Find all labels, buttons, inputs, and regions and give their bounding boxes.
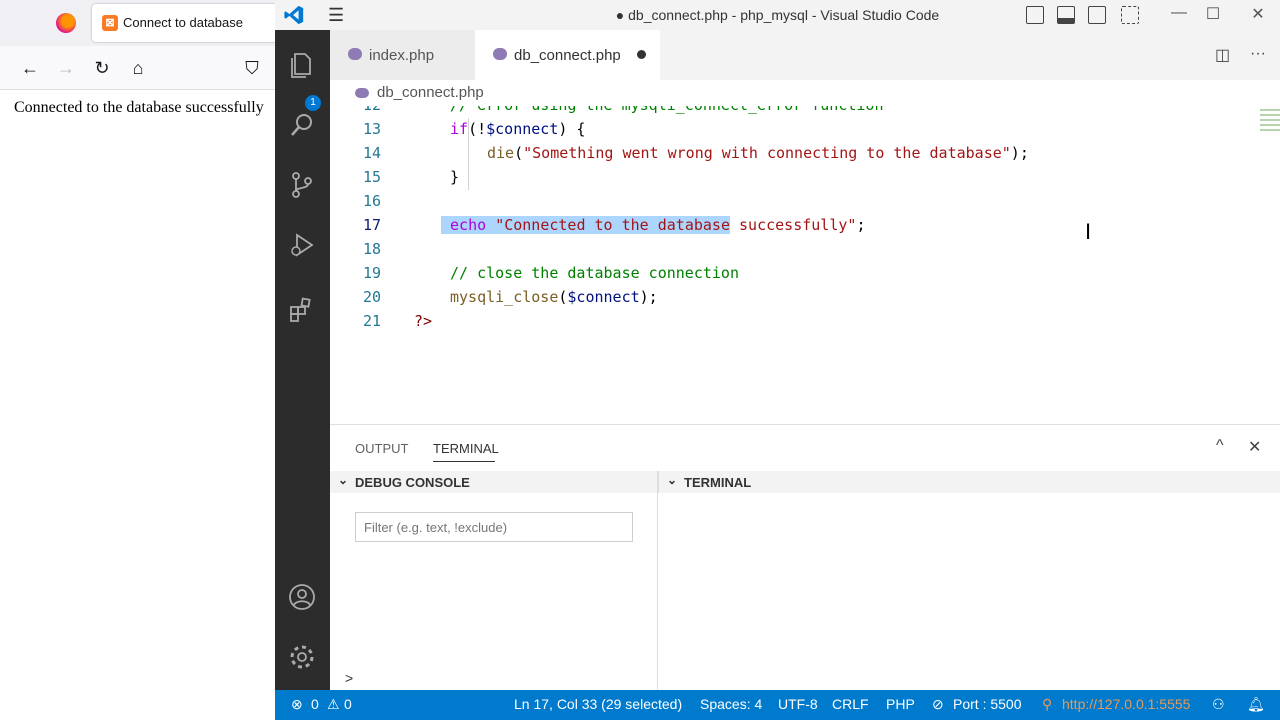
tab-label: db_connect.php bbox=[514, 47, 621, 64]
xampp-favicon-icon: ⊠ bbox=[102, 15, 118, 31]
live-server-port[interactable]: Port : 5500 bbox=[953, 696, 1022, 712]
tab-output[interactable]: OUTPUT bbox=[355, 441, 408, 456]
close-window-icon[interactable]: ✕ bbox=[1248, 4, 1268, 24]
code-line[interactable]: 16 bbox=[330, 190, 1210, 214]
cursor-position[interactable]: Ln 17, Col 33 (29 selected) bbox=[514, 696, 682, 712]
accounts-status-icon[interactable]: ⚇ bbox=[1212, 696, 1225, 713]
firefox-icon[interactable] bbox=[56, 13, 76, 33]
browser-navbar: ← → ↻ ⌂ ⛉ bbox=[0, 46, 275, 90]
browser-window: ⊠ Connect to database ← → ↻ ⌂ ⛉ Connecte… bbox=[0, 0, 275, 720]
code-editor[interactable]: 12 // error using the mysqli_connect_err… bbox=[330, 106, 1280, 424]
debug-prompt[interactable]: > bbox=[345, 670, 353, 686]
accounts-icon[interactable] bbox=[287, 582, 317, 612]
breadcrumb: db_connect.php bbox=[330, 80, 1280, 106]
server-url[interactable]: http://127.0.0.1:5555 bbox=[1062, 696, 1190, 712]
error-icon[interactable]: ⊗ bbox=[291, 696, 303, 713]
php-file-icon bbox=[348, 48, 362, 60]
toggle-panel-icon[interactable] bbox=[1057, 6, 1075, 24]
warning-icon[interactable]: ⚠ bbox=[327, 696, 340, 713]
debug-filter-input[interactable] bbox=[355, 512, 633, 542]
title-bar: ☰ ● db_connect.php - php_mysql - Visual … bbox=[275, 0, 1280, 30]
notifications-bell-icon[interactable]: 🔔︎ bbox=[1247, 696, 1265, 713]
tab-label: index.php bbox=[369, 47, 435, 64]
page-content-text: Connected to the database successfully bbox=[14, 99, 264, 116]
toggle-secondary-sidebar-icon[interactable] bbox=[1088, 6, 1106, 24]
browser-tabbar: ⊠ Connect to database bbox=[0, 0, 275, 46]
unsaved-dot-icon[interactable] bbox=[637, 50, 646, 59]
extensions-icon[interactable] bbox=[287, 295, 317, 325]
search-icon[interactable] bbox=[287, 110, 317, 140]
code-line[interactable]: 20 mysqli_close($connect); bbox=[330, 286, 1210, 310]
warnings-count[interactable]: 0 bbox=[344, 696, 352, 712]
encoding[interactable]: UTF-8 bbox=[778, 696, 818, 712]
code-line[interactable]: 18 bbox=[330, 238, 1210, 262]
port-icon: ⊘ bbox=[932, 696, 944, 712]
explorer-badge: 1 bbox=[305, 95, 321, 111]
reload-icon[interactable]: ↻ bbox=[90, 56, 114, 80]
toggle-primary-sidebar-icon[interactable] bbox=[1026, 6, 1044, 24]
chevron-down-icon: ⌄ bbox=[338, 473, 349, 487]
browser-tab-title: Connect to database bbox=[123, 15, 243, 30]
errors-count[interactable]: 0 bbox=[311, 696, 319, 712]
code-line[interactable]: 13 if(!$connect) { bbox=[330, 118, 1210, 142]
shield-icon[interactable]: ⛉ bbox=[240, 56, 264, 80]
tab-index-php[interactable]: index.php bbox=[330, 30, 475, 80]
code-line[interactable]: 14 die("Something went wrong with connec… bbox=[330, 142, 1210, 166]
editor-tabs: index.php db_connect.php ◫ ··· bbox=[330, 30, 1280, 80]
php-file-icon bbox=[355, 88, 369, 98]
minimap[interactable] bbox=[1260, 106, 1280, 146]
split-editor-icon[interactable]: ◫ bbox=[1215, 45, 1230, 65]
terminal-header[interactable]: ⌄ TERMINAL bbox=[658, 471, 1280, 493]
chevron-down-icon: ⌄ bbox=[667, 473, 678, 487]
indentation[interactable]: Spaces: 4 bbox=[700, 696, 762, 712]
link-icon: ⚲ bbox=[1042, 696, 1053, 712]
more-actions-icon[interactable]: ··· bbox=[1250, 45, 1266, 63]
maximize-panel-icon[interactable]: ^ bbox=[1216, 437, 1224, 455]
bottom-panel: OUTPUT TERMINAL ^ ✕ ⌄ DEBUG CONSOLE ⌄ TE… bbox=[330, 424, 1280, 691]
vscode-window: ☰ ● db_connect.php - php_mysql - Visual … bbox=[275, 0, 1280, 720]
code-line[interactable]: 19 // close the database connection bbox=[330, 262, 1210, 286]
language-mode[interactable]: PHP bbox=[886, 696, 915, 712]
minimize-icon[interactable]: — bbox=[1169, 4, 1189, 22]
settings-gear-icon[interactable] bbox=[287, 642, 317, 672]
status-bar: ⊗ 0 ⚠ 0 Ln 17, Col 33 (29 selected) Spac… bbox=[275, 690, 1280, 720]
forward-arrow-icon[interactable]: → bbox=[54, 56, 78, 80]
maximize-icon[interactable]: ☐ bbox=[1203, 4, 1223, 24]
home-icon[interactable]: ⌂ bbox=[126, 56, 150, 80]
customize-layout-icon[interactable] bbox=[1121, 6, 1139, 24]
breadcrumb-file[interactable]: db_connect.php bbox=[377, 84, 484, 101]
panel-divider[interactable] bbox=[657, 471, 658, 691]
run-and-debug-icon[interactable] bbox=[287, 230, 317, 260]
code-line[interactable]: 15 } bbox=[330, 166, 1210, 190]
end-of-line[interactable]: CRLF bbox=[832, 696, 869, 712]
tab-db-connect-php[interactable]: db_connect.php bbox=[475, 30, 660, 80]
code-line-selected[interactable]: 17 echo "Connected to the database succe… bbox=[330, 214, 1210, 238]
code-line[interactable]: 21 ?> bbox=[330, 310, 1210, 334]
php-file-icon bbox=[493, 48, 507, 60]
tab-terminal[interactable]: TERMINAL bbox=[433, 441, 499, 456]
code-line[interactable]: 12 // error using the mysqli_connect_err… bbox=[330, 106, 1210, 118]
close-panel-icon[interactable]: ✕ bbox=[1248, 437, 1261, 457]
source-control-icon[interactable] bbox=[287, 170, 317, 200]
debug-console-header[interactable]: ⌄ DEBUG CONSOLE bbox=[330, 471, 658, 493]
active-tab-indicator bbox=[433, 461, 495, 462]
explorer-icon[interactable] bbox=[287, 50, 317, 80]
browser-tab[interactable]: ⊠ Connect to database bbox=[92, 4, 275, 42]
back-arrow-icon[interactable]: ← bbox=[18, 56, 42, 80]
activity-bar: 1 bbox=[275, 30, 330, 690]
